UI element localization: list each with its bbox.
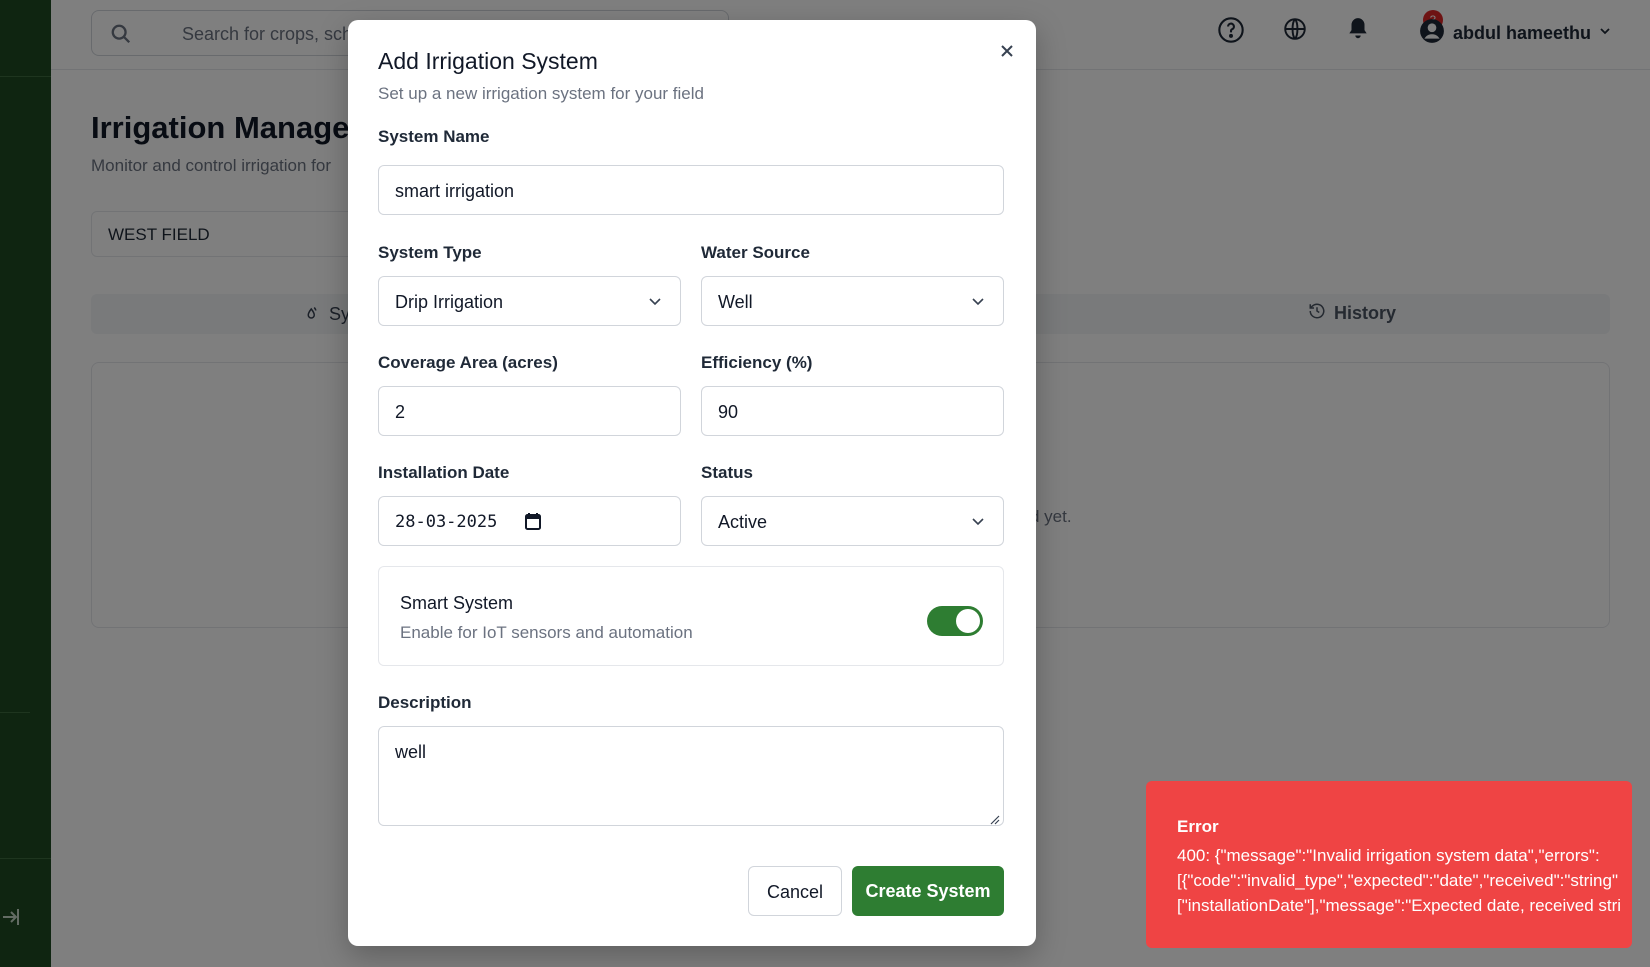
smart-system-toggle[interactable] <box>927 606 983 636</box>
smart-system-title: Smart System <box>400 593 514 613</box>
system-name-label: System Name <box>378 127 490 146</box>
system-name-input[interactable]: smart irrigation <box>378 165 1004 215</box>
calendar-icon[interactable] <box>525 512 541 530</box>
efficiency-input[interactable]: 90 <box>701 386 1004 436</box>
smart-system-card: Smart System Enable for IoT sensors and … <box>378 566 1004 666</box>
status-label: Status <box>701 463 753 482</box>
modal-title: Add Irrigation System <box>378 48 598 74</box>
add-irrigation-modal: Add Irrigation System Set up a new irrig… <box>348 20 1036 946</box>
installation-date-input[interactable]: 28-03-2025 <box>378 496 681 546</box>
toggle-knob <box>956 609 980 633</box>
system-type-label: System Type <box>378 243 482 262</box>
system-name-value: smart irrigation <box>395 181 515 201</box>
installation-date-value: 28-03-2025 <box>395 512 498 532</box>
system-type-select[interactable]: Drip Irrigation <box>378 276 681 326</box>
chevron-down-icon <box>648 294 662 308</box>
resize-handle-icon[interactable] <box>990 812 1000 825</box>
efficiency-value: 90 <box>718 402 739 422</box>
status-value: Active <box>718 512 768 532</box>
water-source-select[interactable]: Well <box>701 276 1004 326</box>
cancel-button[interactable]: Cancel <box>748 866 842 916</box>
water-source-label: Water Source <box>701 243 810 262</box>
error-toast: Error 400: {"message":"Invalid irrigatio… <box>1146 781 1632 948</box>
modal-subtitle: Set up a new irrigation system for your … <box>378 84 704 103</box>
description-label: Description <box>378 693 472 712</box>
system-type-value: Drip Irrigation <box>395 292 504 312</box>
toast-message-line: 400: {"message":"Invalid irrigation syst… <box>1177 846 1600 865</box>
toast-message-line: [{"code":"invalid_type","expected":"date… <box>1177 871 1618 890</box>
close-icon[interactable] <box>995 40 1019 64</box>
coverage-area-value: 2 <box>395 402 406 422</box>
toast-title: Error <box>1177 817 1219 836</box>
coverage-area-input[interactable]: 2 <box>378 386 681 436</box>
toast-message: 400: {"message":"Invalid irrigation syst… <box>1177 843 1632 918</box>
create-system-button[interactable]: Create System <box>852 866 1004 916</box>
installation-date-label: Installation Date <box>378 463 510 482</box>
efficiency-label: Efficiency (%) <box>701 353 813 372</box>
description-textarea[interactable]: well <box>378 726 1004 826</box>
description-value: well <box>395 742 427 762</box>
water-source-value: Well <box>718 292 753 312</box>
status-select[interactable]: Active <box>701 496 1004 546</box>
coverage-area-label: Coverage Area (acres) <box>378 353 558 372</box>
toast-message-line: ["installationDate"],"message":"Expected… <box>1177 896 1622 915</box>
chevron-down-icon <box>971 294 985 308</box>
smart-system-subtitle: Enable for IoT sensors and automation <box>400 623 693 642</box>
chevron-down-icon <box>971 514 985 528</box>
